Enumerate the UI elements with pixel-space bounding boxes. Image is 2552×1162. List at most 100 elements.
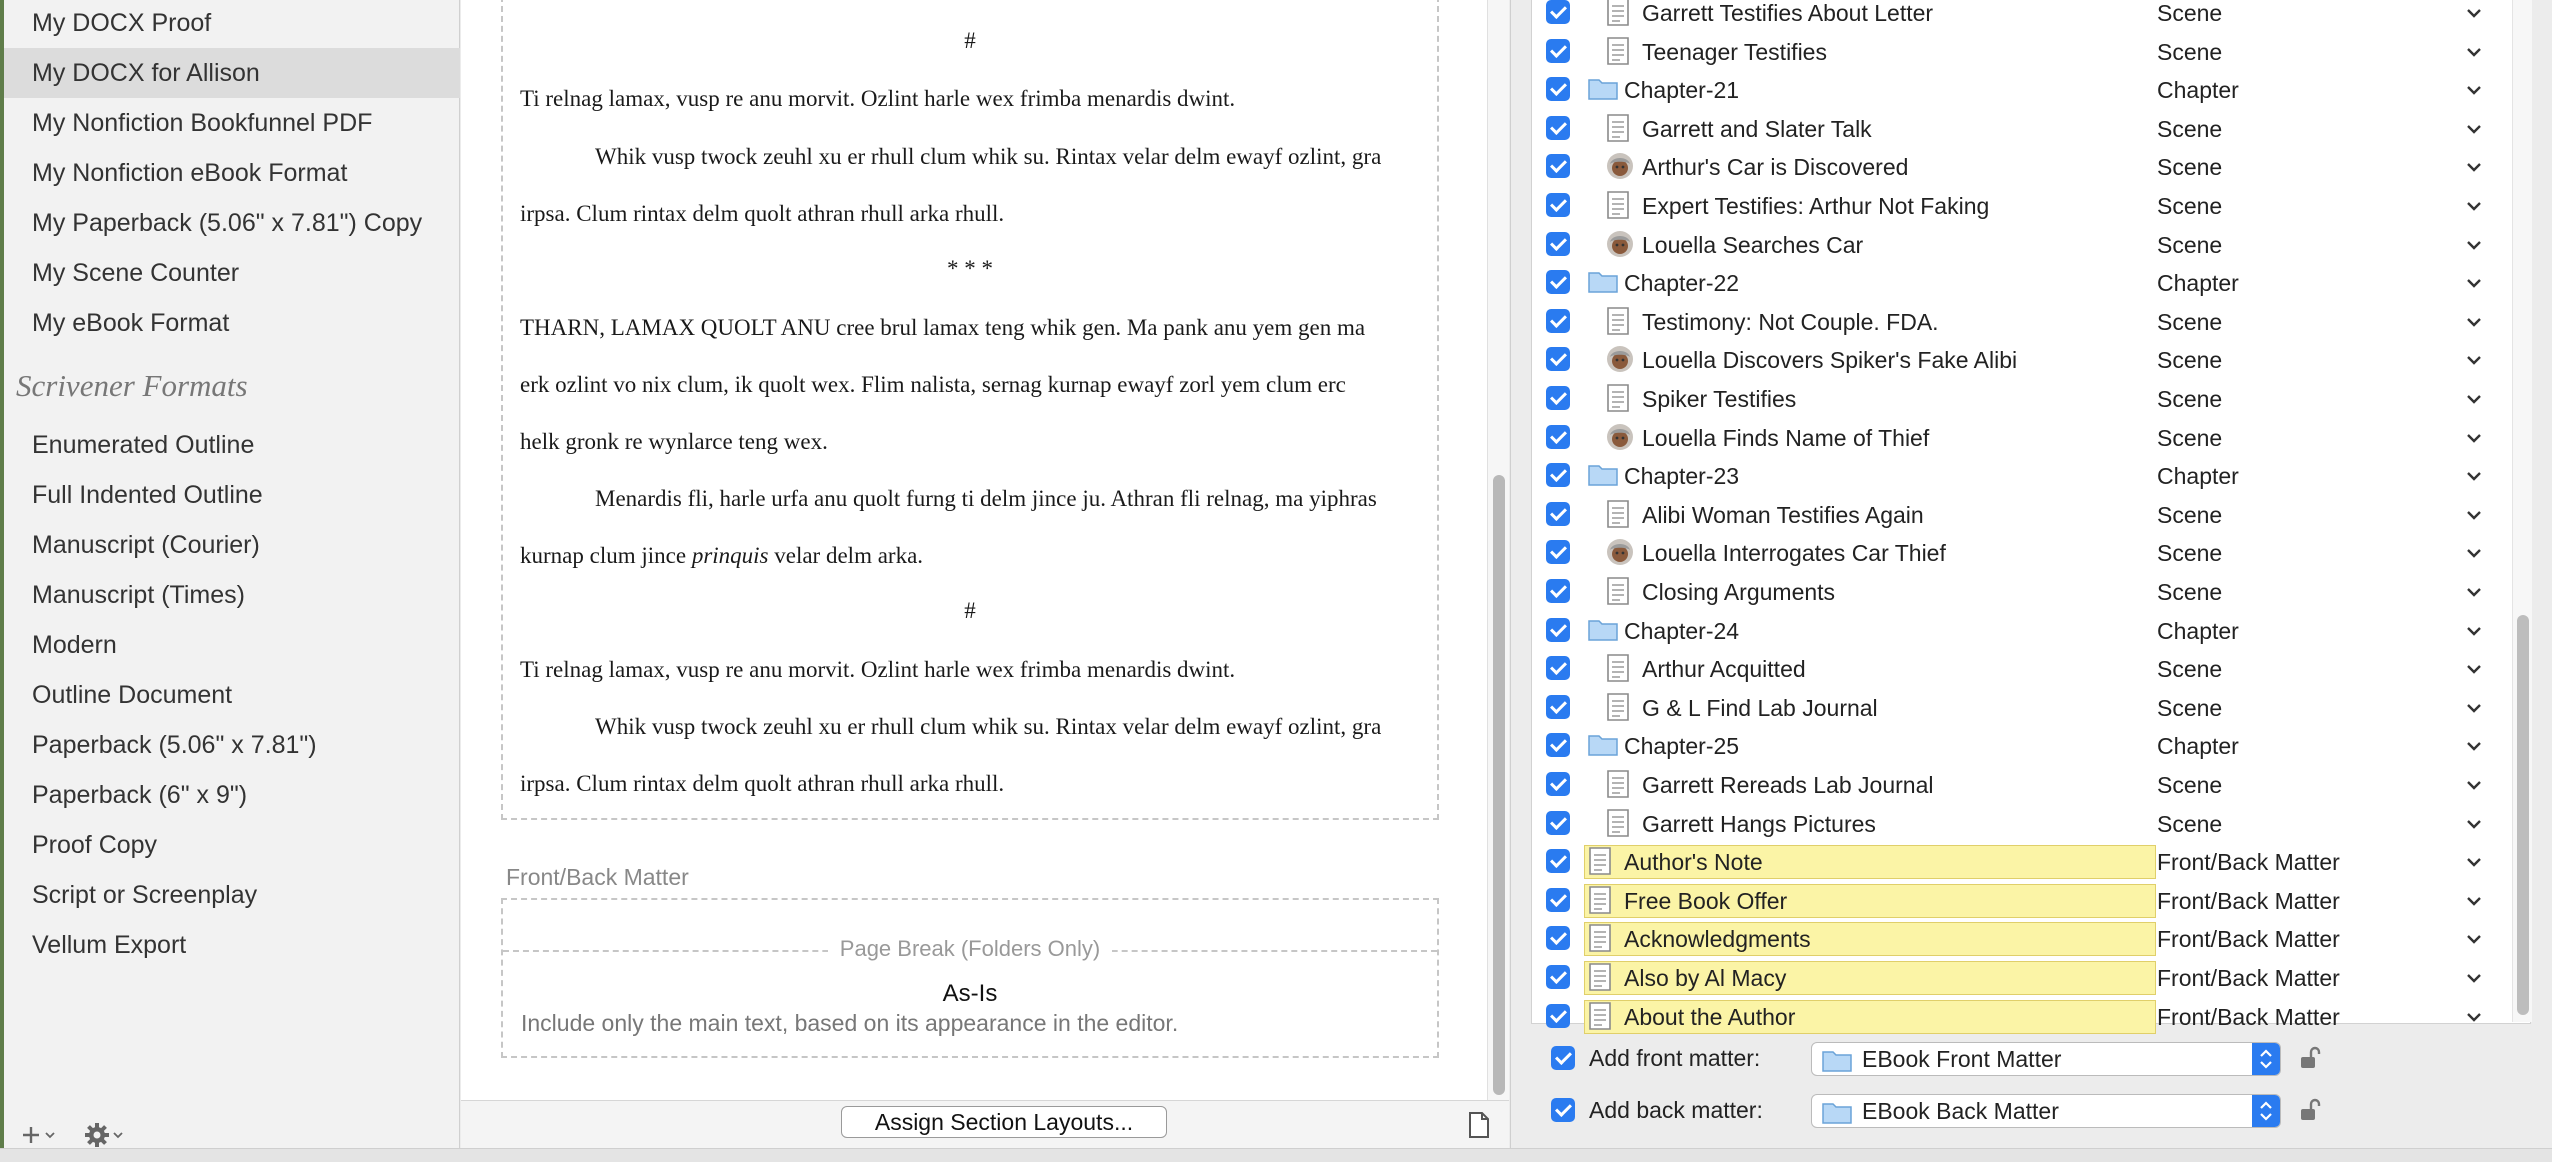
unlock-icon[interactable] [2299, 1046, 2321, 1070]
chevron-down-icon[interactable] [2466, 315, 2482, 329]
include-checkbox[interactable] [1546, 579, 1570, 603]
section-type-select[interactable]: Scene [2157, 341, 2222, 379]
sidebar-item-scrivener-format[interactable]: Proof Copy [4, 820, 460, 870]
include-checkbox[interactable] [1546, 77, 1570, 102]
sidebar-item-scrivener-format[interactable]: Paperback (5.06" x 7.81") [4, 720, 460, 770]
chevron-down-icon[interactable] [2466, 624, 2482, 638]
include-checkbox[interactable] [1546, 38, 1570, 63]
contents-row[interactable]: Free Book Offer Front/Back Matter [1532, 882, 2512, 920]
include-checkbox[interactable] [1546, 193, 1570, 217]
chevron-down-icon[interactable] [2466, 971, 2482, 985]
chevron-down-icon[interactable] [2466, 817, 2482, 831]
section-type-select[interactable]: Chapter [2157, 264, 2239, 302]
contents-row[interactable]: About the Author Front/Back Matter [1532, 998, 2512, 1036]
contents-row[interactable]: Acknowledgments Front/Back Matter [1532, 920, 2512, 958]
include-checkbox[interactable] [1546, 154, 1570, 179]
section-type-select[interactable]: Scene [2157, 148, 2222, 186]
sidebar-item-format[interactable]: My DOCX for Allison [4, 48, 460, 98]
include-checkbox[interactable] [1546, 347, 1570, 372]
preview-scrollbar[interactable] [1487, 0, 1509, 1100]
include-checkbox[interactable] [1546, 463, 1570, 488]
chevron-down-icon[interactable] [2466, 739, 2482, 753]
include-checkbox[interactable] [1546, 231, 1570, 256]
include-checkbox[interactable] [1546, 887, 1570, 912]
chevron-down-icon[interactable] [2466, 1010, 2482, 1024]
add-back-matter-checkbox[interactable] [1551, 1098, 1575, 1122]
sidebar-item-scrivener-format[interactable]: Paperback (6" x 9") [4, 770, 460, 820]
sidebar-item-scrivener-format[interactable]: Manuscript (Courier) [4, 520, 460, 570]
include-checkbox[interactable] [1546, 694, 1570, 719]
chevron-down-icon[interactable] [2466, 392, 2482, 406]
chevron-down-icon[interactable] [2466, 546, 2482, 560]
chevron-down-icon[interactable] [2466, 855, 2482, 869]
sidebar-item-format[interactable]: My Paperback (5.06" x 7.81") Copy [4, 198, 460, 248]
chevron-down-icon[interactable] [2466, 353, 2482, 367]
include-checkbox[interactable] [1546, 540, 1570, 565]
contents-row[interactable]: Chapter-21 Chapter [1532, 71, 2512, 109]
sidebar-item-format[interactable]: My eBook Format [4, 298, 460, 348]
sidebar-item-scrivener-format[interactable]: Modern [4, 620, 460, 670]
contents-row[interactable]: Chapter-23 Chapter [1532, 457, 2512, 495]
contents-row[interactable]: Louella Discovers Spiker's Fake Alibi Sce… [1532, 341, 2512, 379]
section-type-select[interactable]: Scene [2157, 187, 2222, 225]
section-type-select[interactable]: Chapter [2157, 71, 2239, 109]
back-matter-select[interactable]: EBook Back Matter [1811, 1094, 2281, 1128]
include-checkbox[interactable] [1546, 656, 1570, 681]
sidebar-item-format[interactable]: My DOCX Proof [4, 0, 460, 48]
scrollbar-thumb[interactable] [2517, 615, 2529, 1015]
sidebar-item-scrivener-format[interactable]: Outline Document [4, 670, 460, 720]
chevron-down-icon[interactable] [2466, 469, 2482, 483]
section-type-select[interactable]: Scene [2157, 766, 2222, 804]
format-settings-button[interactable] [84, 1122, 124, 1148]
include-checkbox[interactable] [1546, 308, 1570, 333]
contents-row[interactable]: Spiker Testifies Scene [1532, 380, 2512, 418]
include-checkbox[interactable] [1546, 926, 1570, 951]
section-type-select[interactable]: Scene [2157, 805, 2222, 843]
section-type-select[interactable]: Scene [2157, 110, 2222, 148]
section-type-select[interactable]: Chapter [2157, 457, 2239, 495]
sidebar-item-scrivener-format[interactable]: Script or Screenplay [4, 870, 460, 920]
include-checkbox[interactable] [1546, 501, 1570, 526]
sidebar-item-format[interactable]: My Scene Counter [4, 248, 460, 298]
section-type-select[interactable]: Scene [2157, 33, 2222, 71]
include-checkbox[interactable] [1546, 115, 1570, 140]
contents-row[interactable]: Alibi Woman Testifies Again Scene [1532, 496, 2512, 534]
scrollbar-thumb[interactable] [1493, 475, 1505, 1095]
contents-row[interactable]: Chapter-22 Chapter [1532, 264, 2512, 302]
chevron-down-icon[interactable] [2466, 45, 2482, 59]
contents-row[interactable]: Expert Testifies: Arthur Not Faking Scene [1532, 187, 2512, 225]
section-type-select[interactable]: Scene [2157, 303, 2222, 341]
section-type-select[interactable]: Scene [2157, 419, 2222, 457]
front-back-layout-box[interactable]: Page Break (Folders Only) As-Is Include … [501, 898, 1439, 1058]
section-type-select[interactable]: Chapter [2157, 612, 2239, 650]
contents-row[interactable]: Louella Searches Car Scene [1532, 226, 2512, 264]
add-front-matter-checkbox[interactable] [1551, 1046, 1575, 1070]
section-type-select[interactable]: Scene [2157, 0, 2222, 32]
contents-scrollbar[interactable] [2512, 0, 2532, 1022]
chevron-down-icon[interactable] [2466, 238, 2482, 252]
contents-row[interactable]: Closing Arguments Scene [1532, 573, 2512, 611]
contents-row[interactable]: G & L Find Lab Journal Scene [1532, 689, 2512, 727]
section-type-select[interactable]: Scene [2157, 650, 2222, 688]
chevron-down-icon[interactable] [2466, 662, 2482, 676]
sidebar-item-format[interactable]: My Nonfiction eBook Format [4, 148, 460, 198]
contents-row[interactable]: Arthur's Car is Discovered Scene [1532, 148, 2512, 186]
chevron-down-icon[interactable] [2466, 122, 2482, 136]
include-checkbox[interactable] [1546, 386, 1570, 410]
include-checkbox[interactable] [1546, 810, 1570, 835]
chevron-down-icon[interactable] [2466, 276, 2482, 290]
include-checkbox[interactable] [1546, 772, 1570, 796]
contents-row[interactable]: Garrett Hangs Pictures Scene [1532, 805, 2512, 843]
include-checkbox[interactable] [1546, 617, 1570, 642]
section-type-select[interactable]: Scene [2157, 534, 2222, 572]
include-checkbox[interactable] [1546, 270, 1570, 295]
contents-row[interactable]: Garrett Testifies About Letter Scene [1532, 0, 2512, 32]
chevron-down-icon[interactable] [2466, 6, 2482, 20]
back-matter-stepper[interactable] [2252, 1095, 2280, 1127]
chevron-down-icon[interactable] [2466, 778, 2482, 792]
section-type-select[interactable]: Front/Back Matter [2157, 959, 2340, 997]
contents-row[interactable]: Chapter-25 Chapter [1532, 727, 2512, 765]
section-type-select[interactable]: Scene [2157, 689, 2222, 727]
include-checkbox[interactable] [1546, 0, 1570, 24]
section-type-select[interactable]: Scene [2157, 496, 2222, 534]
